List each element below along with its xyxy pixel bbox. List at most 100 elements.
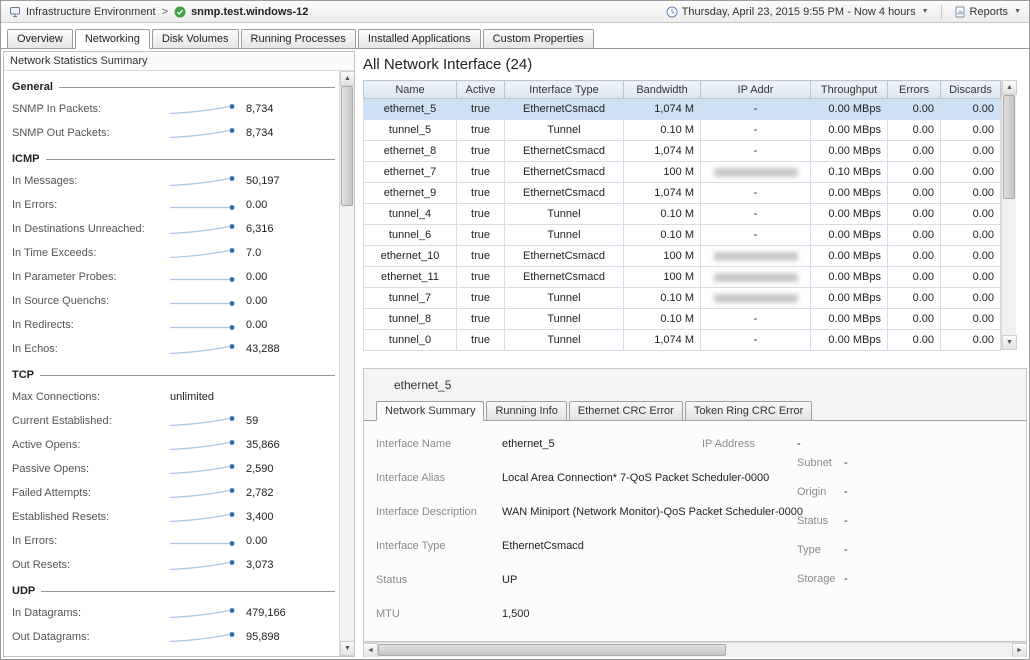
- scroll-down-icon: ▼: [344, 645, 351, 652]
- stat-label: In Errors:: [12, 655, 168, 656]
- column-header-bandwidth[interactable]: Bandwidth: [624, 81, 701, 99]
- stat-label: In Errors:: [12, 199, 168, 211]
- tab-networking[interactable]: Networking: [75, 29, 150, 49]
- table-row[interactable]: tunnel_8trueTunnel0.10 M-0.00 MBps0.000.…: [364, 309, 1001, 330]
- column-header-interface-type[interactable]: Interface Type: [505, 81, 624, 99]
- cell-active: true: [457, 120, 505, 141]
- time-range-selector[interactable]: Thursday, April 23, 2015 9:55 PM - Now 4…: [666, 6, 929, 18]
- section-title: General: [12, 81, 53, 93]
- scroll-down-button[interactable]: ▼: [340, 641, 354, 656]
- scrollbar-track[interactable]: [378, 643, 1012, 657]
- stats-scrollbar[interactable]: ▲ ▼: [339, 71, 354, 656]
- stat-value: 6,316: [244, 223, 274, 235]
- table-row[interactable]: ethernet_9trueEthernetCsmacd1,074 M-0.00…: [364, 183, 1001, 204]
- table-row[interactable]: ethernet_8trueEthernetCsmacd1,074 M-0.00…: [364, 141, 1001, 162]
- cell-throughput: 0.00 MBps: [811, 99, 888, 120]
- scroll-left-button[interactable]: ◄: [363, 643, 378, 657]
- scroll-right-button[interactable]: ►: [1012, 643, 1027, 657]
- field-label: Interface Name: [376, 438, 502, 450]
- stat-value: 8,734: [244, 103, 274, 115]
- column-header-throughput[interactable]: Throughput: [811, 81, 888, 99]
- detail-tab-ethernet-crc-error[interactable]: Ethernet CRC Error: [569, 401, 683, 421]
- cell-name: ethernet_7: [364, 162, 457, 183]
- stat-value: 2,782: [244, 487, 274, 499]
- stat-label: In Destinations Unreached:: [12, 223, 168, 235]
- cell-bandwidth: 0.10 M: [624, 204, 701, 225]
- detail-horizontal-scrollbar[interactable]: ◄ ►: [363, 642, 1027, 657]
- interfaces-table: NameActiveInterface TypeBandwidthIP Addr…: [363, 80, 1001, 351]
- stat-label: In Parameter Probes:: [12, 271, 168, 283]
- detail-tab-token-ring-crc-error[interactable]: Token Ring CRC Error: [685, 401, 812, 421]
- stat-value: 0.00: [244, 319, 267, 331]
- table-row[interactable]: ethernet_11trueEthernetCsmacd100 M0.00 M…: [364, 267, 1001, 288]
- detail-tab-network-summary[interactable]: Network Summary: [376, 401, 484, 421]
- scroll-down-button[interactable]: ▼: [1002, 335, 1017, 350]
- stat-label: In Redirects:: [12, 319, 168, 331]
- cell-bandwidth: 1,074 M: [624, 330, 701, 351]
- cell-ip: [701, 288, 811, 309]
- table-row[interactable]: ethernet_10trueEthernetCsmacd100 M0.00 M…: [364, 246, 1001, 267]
- detail-tab-running-info[interactable]: Running Info: [486, 401, 566, 421]
- stat-value: 0.00: [244, 295, 267, 307]
- tab-installed-applications[interactable]: Installed Applications: [358, 29, 481, 49]
- scrollbar-thumb[interactable]: [1003, 95, 1015, 199]
- cell-discards: 0.00: [941, 120, 1001, 141]
- cell-active: true: [457, 246, 505, 267]
- table-row[interactable]: tunnel_4trueTunnel0.10 M-0.00 MBps0.000.…: [364, 204, 1001, 225]
- stat-row: In Source Quenchs:0.00: [12, 289, 335, 313]
- column-header-ip-addr[interactable]: IP Addr: [701, 81, 811, 99]
- sparkline-chart: [168, 559, 244, 572]
- table-row[interactable]: ethernet_7trueEthernetCsmacd100 M0.10 MB…: [364, 162, 1001, 183]
- column-header-name[interactable]: Name: [364, 81, 457, 99]
- tab-running-processes[interactable]: Running Processes: [241, 29, 356, 49]
- table-row[interactable]: tunnel_7trueTunnel0.10 M0.00 MBps0.000.0…: [364, 288, 1001, 309]
- cell-errors: 0.00: [888, 120, 941, 141]
- table-scrollbar[interactable]: ▲ ▼: [1001, 80, 1016, 350]
- detail-field: Storage-: [797, 573, 952, 585]
- ip-address-group: IP Address - Subnet-Origin-Status-Type-S…: [702, 438, 952, 641]
- scroll-up-button[interactable]: ▲: [340, 71, 354, 86]
- scroll-up-button[interactable]: ▲: [1002, 80, 1017, 95]
- scroll-right-icon: ►: [1016, 647, 1023, 654]
- cell-discards: 0.00: [941, 141, 1001, 162]
- stat-row: Out Resets:3,073: [12, 553, 335, 577]
- scrollbar-track[interactable]: [340, 86, 354, 641]
- cell-ip: [701, 246, 811, 267]
- reports-menu[interactable]: Reports ▼: [954, 6, 1021, 18]
- table-row[interactable]: ethernet_5trueEthernetCsmacd1,074 M-0.00…: [364, 99, 1001, 120]
- table-row[interactable]: tunnel_5trueTunnel0.10 M-0.00 MBps0.000.…: [364, 120, 1001, 141]
- stat-value: 3,073: [244, 559, 274, 571]
- column-header-errors[interactable]: Errors: [888, 81, 941, 99]
- cell-errors: 0.00: [888, 246, 941, 267]
- sparkline-chart: [168, 439, 244, 452]
- column-header-active[interactable]: Active: [457, 81, 505, 99]
- cell-discards: 0.00: [941, 246, 1001, 267]
- cell-name: tunnel_5: [364, 120, 457, 141]
- scrollbar-thumb[interactable]: [378, 644, 726, 656]
- scrollbar-track[interactable]: [1002, 95, 1016, 335]
- tab-overview[interactable]: Overview: [7, 29, 73, 49]
- cell-type: EthernetCsmacd: [505, 246, 624, 267]
- section-title: UDP: [12, 585, 35, 597]
- table-row[interactable]: tunnel_0trueTunnel1,074 M-0.00 MBps0.000…: [364, 330, 1001, 351]
- column-header-discards[interactable]: Discards: [941, 81, 1001, 99]
- topbar-divider: [941, 5, 942, 19]
- cell-throughput: 0.00 MBps: [811, 183, 888, 204]
- detail-field: Interface Nameethernet_5: [376, 438, 702, 450]
- stat-row: In Echos:43,288: [12, 337, 335, 361]
- blurred-ip-address: [714, 294, 798, 303]
- table-row[interactable]: tunnel_6trueTunnel0.10 M-0.00 MBps0.000.…: [364, 225, 1001, 246]
- detail-field: Status-: [797, 515, 952, 527]
- breadcrumb-link-infrastructure[interactable]: Infrastructure Environment: [26, 6, 156, 18]
- tab-custom-properties[interactable]: Custom Properties: [483, 29, 594, 49]
- sparkline-chart: [168, 295, 244, 308]
- stat-row: In Messages:50,197: [12, 169, 335, 193]
- tab-disk-volumes[interactable]: Disk Volumes: [152, 29, 239, 49]
- stat-label: In Datagrams:: [12, 607, 168, 619]
- scrollbar-thumb[interactable]: [341, 86, 353, 206]
- right-area: All Network Interface (24) NameActiveInt…: [355, 51, 1027, 657]
- cell-throughput: 0.00 MBps: [811, 246, 888, 267]
- clock-icon: [666, 6, 678, 18]
- cell-ip: -: [701, 120, 811, 141]
- blurred-ip-address: [714, 273, 798, 282]
